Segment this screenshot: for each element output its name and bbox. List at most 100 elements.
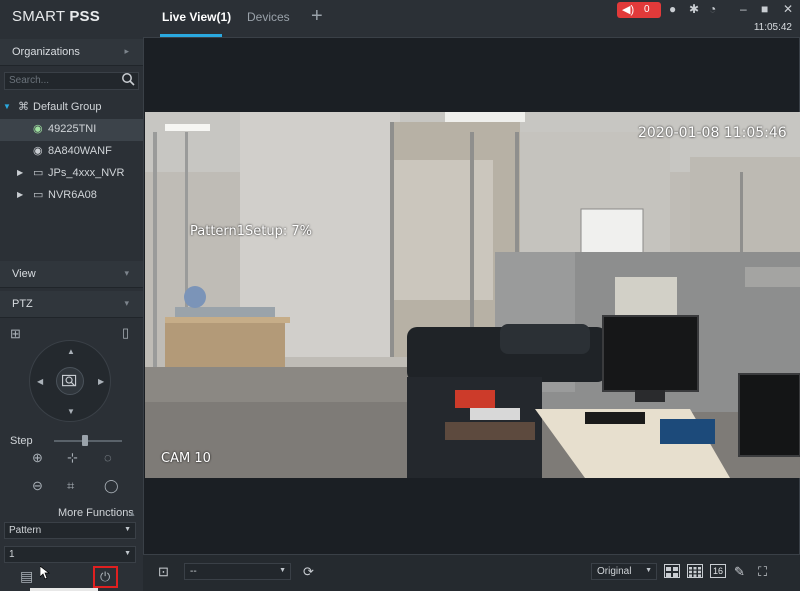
fullscreen-icon[interactable]: ⛶ <box>758 564 767 580</box>
maximize-icon[interactable]: ■ <box>761 2 768 16</box>
start-stop-button[interactable]: ⏻ <box>93 566 118 588</box>
save-view-icon[interactable]: ⊡ <box>158 564 169 580</box>
ptz-down-icon[interactable]: ▼ <box>67 407 75 416</box>
ratio-select-value: Original <box>597 566 632 577</box>
tree-item-label: JPs_4xxx_NVR <box>48 167 125 179</box>
refresh-icon[interactable]: ⟳ <box>303 564 314 580</box>
organizations-header[interactable]: Organizations ▸ <box>0 39 143 66</box>
function-select-value: Pattern <box>9 525 42 536</box>
tab-live-view[interactable]: Live View(1) <box>162 10 231 24</box>
ptz-header[interactable]: PTZ ▾ <box>0 291 143 318</box>
search-input[interactable]: Search... <box>4 72 139 90</box>
iris-close-icon[interactable]: ◯ <box>104 478 119 494</box>
nvr-icon: ▭ <box>33 167 44 179</box>
step-slider[interactable] <box>54 440 122 442</box>
edit-layout-icon[interactable]: ✎ <box>734 564 745 580</box>
user-icon[interactable]: ● <box>669 2 676 16</box>
ptz-label: PTZ <box>12 298 33 310</box>
mouse-cursor-icon <box>40 566 50 580</box>
tree-group-default[interactable]: ▼ ⌘ Default Group <box>0 97 143 119</box>
video-timestamp: 2020-01-08 11:05:46 <box>638 125 787 141</box>
alarm-button[interactable]: ◀) 0 <box>617 2 661 18</box>
chevron-down-icon: ▾ <box>124 268 129 278</box>
tree-item-label: 8A840WANF <box>48 145 112 157</box>
expand-right-icon[interactable]: ▶ <box>17 168 23 177</box>
stream-select-value: -- <box>190 566 197 577</box>
organizations-label: Organizations <box>12 46 80 58</box>
view-label: View <box>12 268 36 280</box>
step-slider-thumb[interactable] <box>81 435 88 446</box>
tree-group-label: Default Group <box>33 101 102 113</box>
camera-image <box>145 112 800 478</box>
tree-item-8a840wanf[interactable]: ◉ 8A840WANF <box>0 141 143 163</box>
zoom-in-icon[interactable]: ⊕ <box>32 450 43 466</box>
ptz-joystick[interactable]: ▲ ▼ ◀ ▶ <box>29 340 111 422</box>
tree-item-label: 49225TNI <box>48 123 97 135</box>
chevron-up-icon[interactable]: ▴ <box>130 508 135 519</box>
expand-right-icon[interactable]: ▶ <box>17 190 23 199</box>
expand-down-icon[interactable]: ▼ <box>3 102 11 111</box>
chevron-right-icon: ▸ <box>124 46 129 56</box>
search-icon[interactable] <box>121 72 135 86</box>
tree-item-49225tni[interactable]: ◉ 49225TNI <box>0 119 143 141</box>
pattern-setup-icon[interactable]: ▤ <box>20 568 33 585</box>
smart-pss-window: SMART PSS Live View(1) Devices + ◀) 0 ● … <box>0 0 800 591</box>
iris-open-icon[interactable]: ◌ <box>104 450 112 465</box>
focus-near-icon[interactable]: ⊹ <box>67 450 78 466</box>
camera-online-icon: ◉ <box>33 123 43 135</box>
speedometer-icon[interactable]: ◔ <box>709 2 716 16</box>
ptz-up-icon[interactable]: ▲ <box>67 347 75 356</box>
grid-4-icon <box>666 567 678 577</box>
close-icon[interactable]: ✕ <box>783 2 793 16</box>
layout-icon[interactable]: ⊞ <box>10 326 21 342</box>
app-logo: SMART PSS <box>12 8 100 25</box>
number-select[interactable]: 1 ▼ <box>4 546 136 563</box>
focus-far-icon[interactable]: ⌗ <box>67 478 74 494</box>
clock: 11:05:42 <box>753 22 792 33</box>
power-icon: ⏻ <box>100 569 111 584</box>
function-select[interactable]: Pattern ▼ <box>4 522 136 539</box>
grid-9-icon <box>689 567 701 577</box>
stream-select[interactable]: -- ▼ <box>184 563 291 580</box>
view-header[interactable]: View ▾ <box>0 261 143 288</box>
split-9-button[interactable] <box>687 564 703 578</box>
nvr-icon: ▭ <box>33 189 44 201</box>
minimize-icon[interactable]: – <box>740 2 747 16</box>
dropdown-arrow-icon: ▼ <box>279 567 286 574</box>
tab-devices[interactable]: Devices <box>247 10 290 24</box>
bottom-toolbar: ⊡ -- ▼ ⟳ Original ▼ 16 ✎ ⛶ <box>143 555 800 591</box>
more-functions-label[interactable]: More Functions <box>58 507 134 519</box>
tree-item-label: NVR6A08 <box>48 189 97 201</box>
live-view-area[interactable]: 2020-01-08 11:05:46 Pattern1Setup: 7% CA… <box>143 37 800 555</box>
title-bar: SMART PSS Live View(1) Devices + ◀) 0 ● … <box>0 0 800 37</box>
ptz-zoom-center[interactable] <box>56 367 84 395</box>
chevron-down-icon: ▾ <box>124 298 129 308</box>
dropdown-arrow-icon: ▼ <box>645 567 652 574</box>
alarm-count: 0 <box>644 4 650 15</box>
tree-item-jps-nvr[interactable]: ▶ ▭ JPs_4xxx_NVR <box>0 163 143 185</box>
split-4-button[interactable] <box>664 564 680 578</box>
mouse-icon[interactable]: ▯ <box>122 325 129 341</box>
video-feed[interactable]: 2020-01-08 11:05:46 Pattern1Setup: 7% CA… <box>145 112 800 478</box>
dropdown-arrow-icon: ▼ <box>124 550 131 557</box>
split-16-button[interactable]: 16 <box>710 564 726 578</box>
brand-prefix: SMART <box>12 8 70 25</box>
search-placeholder: Search... <box>9 75 50 86</box>
gear-icon[interactable]: ✱ <box>689 2 699 16</box>
add-tab-button[interactable]: + <box>311 6 323 26</box>
speaker-icon: ◀) <box>622 4 635 16</box>
ptz-left-icon[interactable]: ◀ <box>37 377 43 386</box>
left-panel: Organizations ▸ Search... ▼ ⌘ Default Gr… <box>0 37 160 591</box>
pattern-setup-status: Pattern1Setup: 7% <box>190 224 313 239</box>
zoom-out-icon[interactable]: ⊖ <box>32 478 43 494</box>
camera-name: CAM 10 <box>161 451 211 466</box>
magnifier-icon <box>62 374 77 387</box>
camera-icon: ◉ <box>33 145 43 157</box>
ratio-select[interactable]: Original ▼ <box>591 563 657 580</box>
brand-bold: PSS <box>69 8 100 25</box>
tree-item-nvr6a08[interactable]: ▶ ▭ NVR6A08 <box>0 185 143 207</box>
dropdown-arrow-icon: ▼ <box>124 526 131 533</box>
number-select-value: 1 <box>9 549 15 560</box>
org-tree-icon: ⌘ <box>18 101 29 113</box>
ptz-right-icon[interactable]: ▶ <box>98 377 104 386</box>
